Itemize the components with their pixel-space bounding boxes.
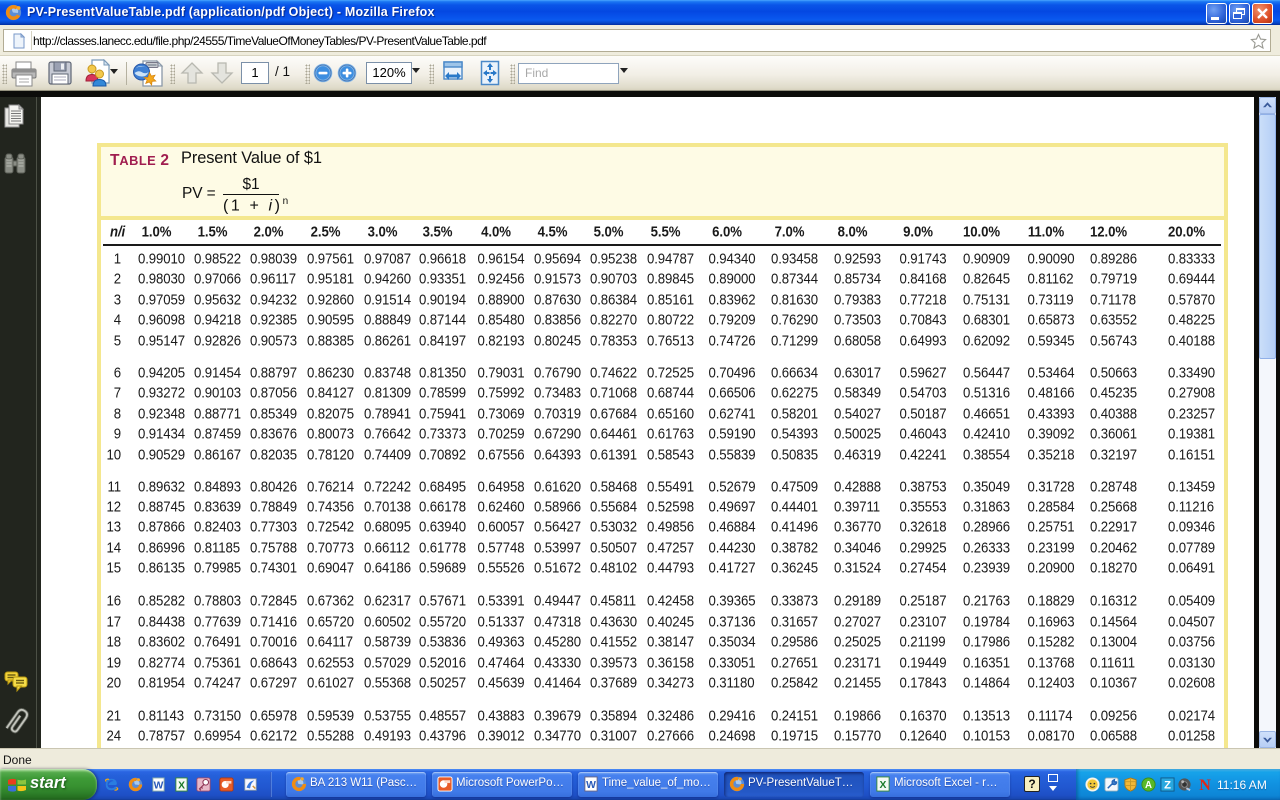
svg-text:N: N — [1199, 777, 1211, 794]
svg-text:A: A — [1145, 780, 1152, 791]
svg-text:W: W — [586, 780, 596, 791]
svg-text:X: X — [178, 780, 185, 791]
svg-text:X: X — [880, 780, 887, 791]
svg-text:W: W — [154, 780, 164, 791]
svg-text:Z: Z — [1164, 780, 1171, 792]
